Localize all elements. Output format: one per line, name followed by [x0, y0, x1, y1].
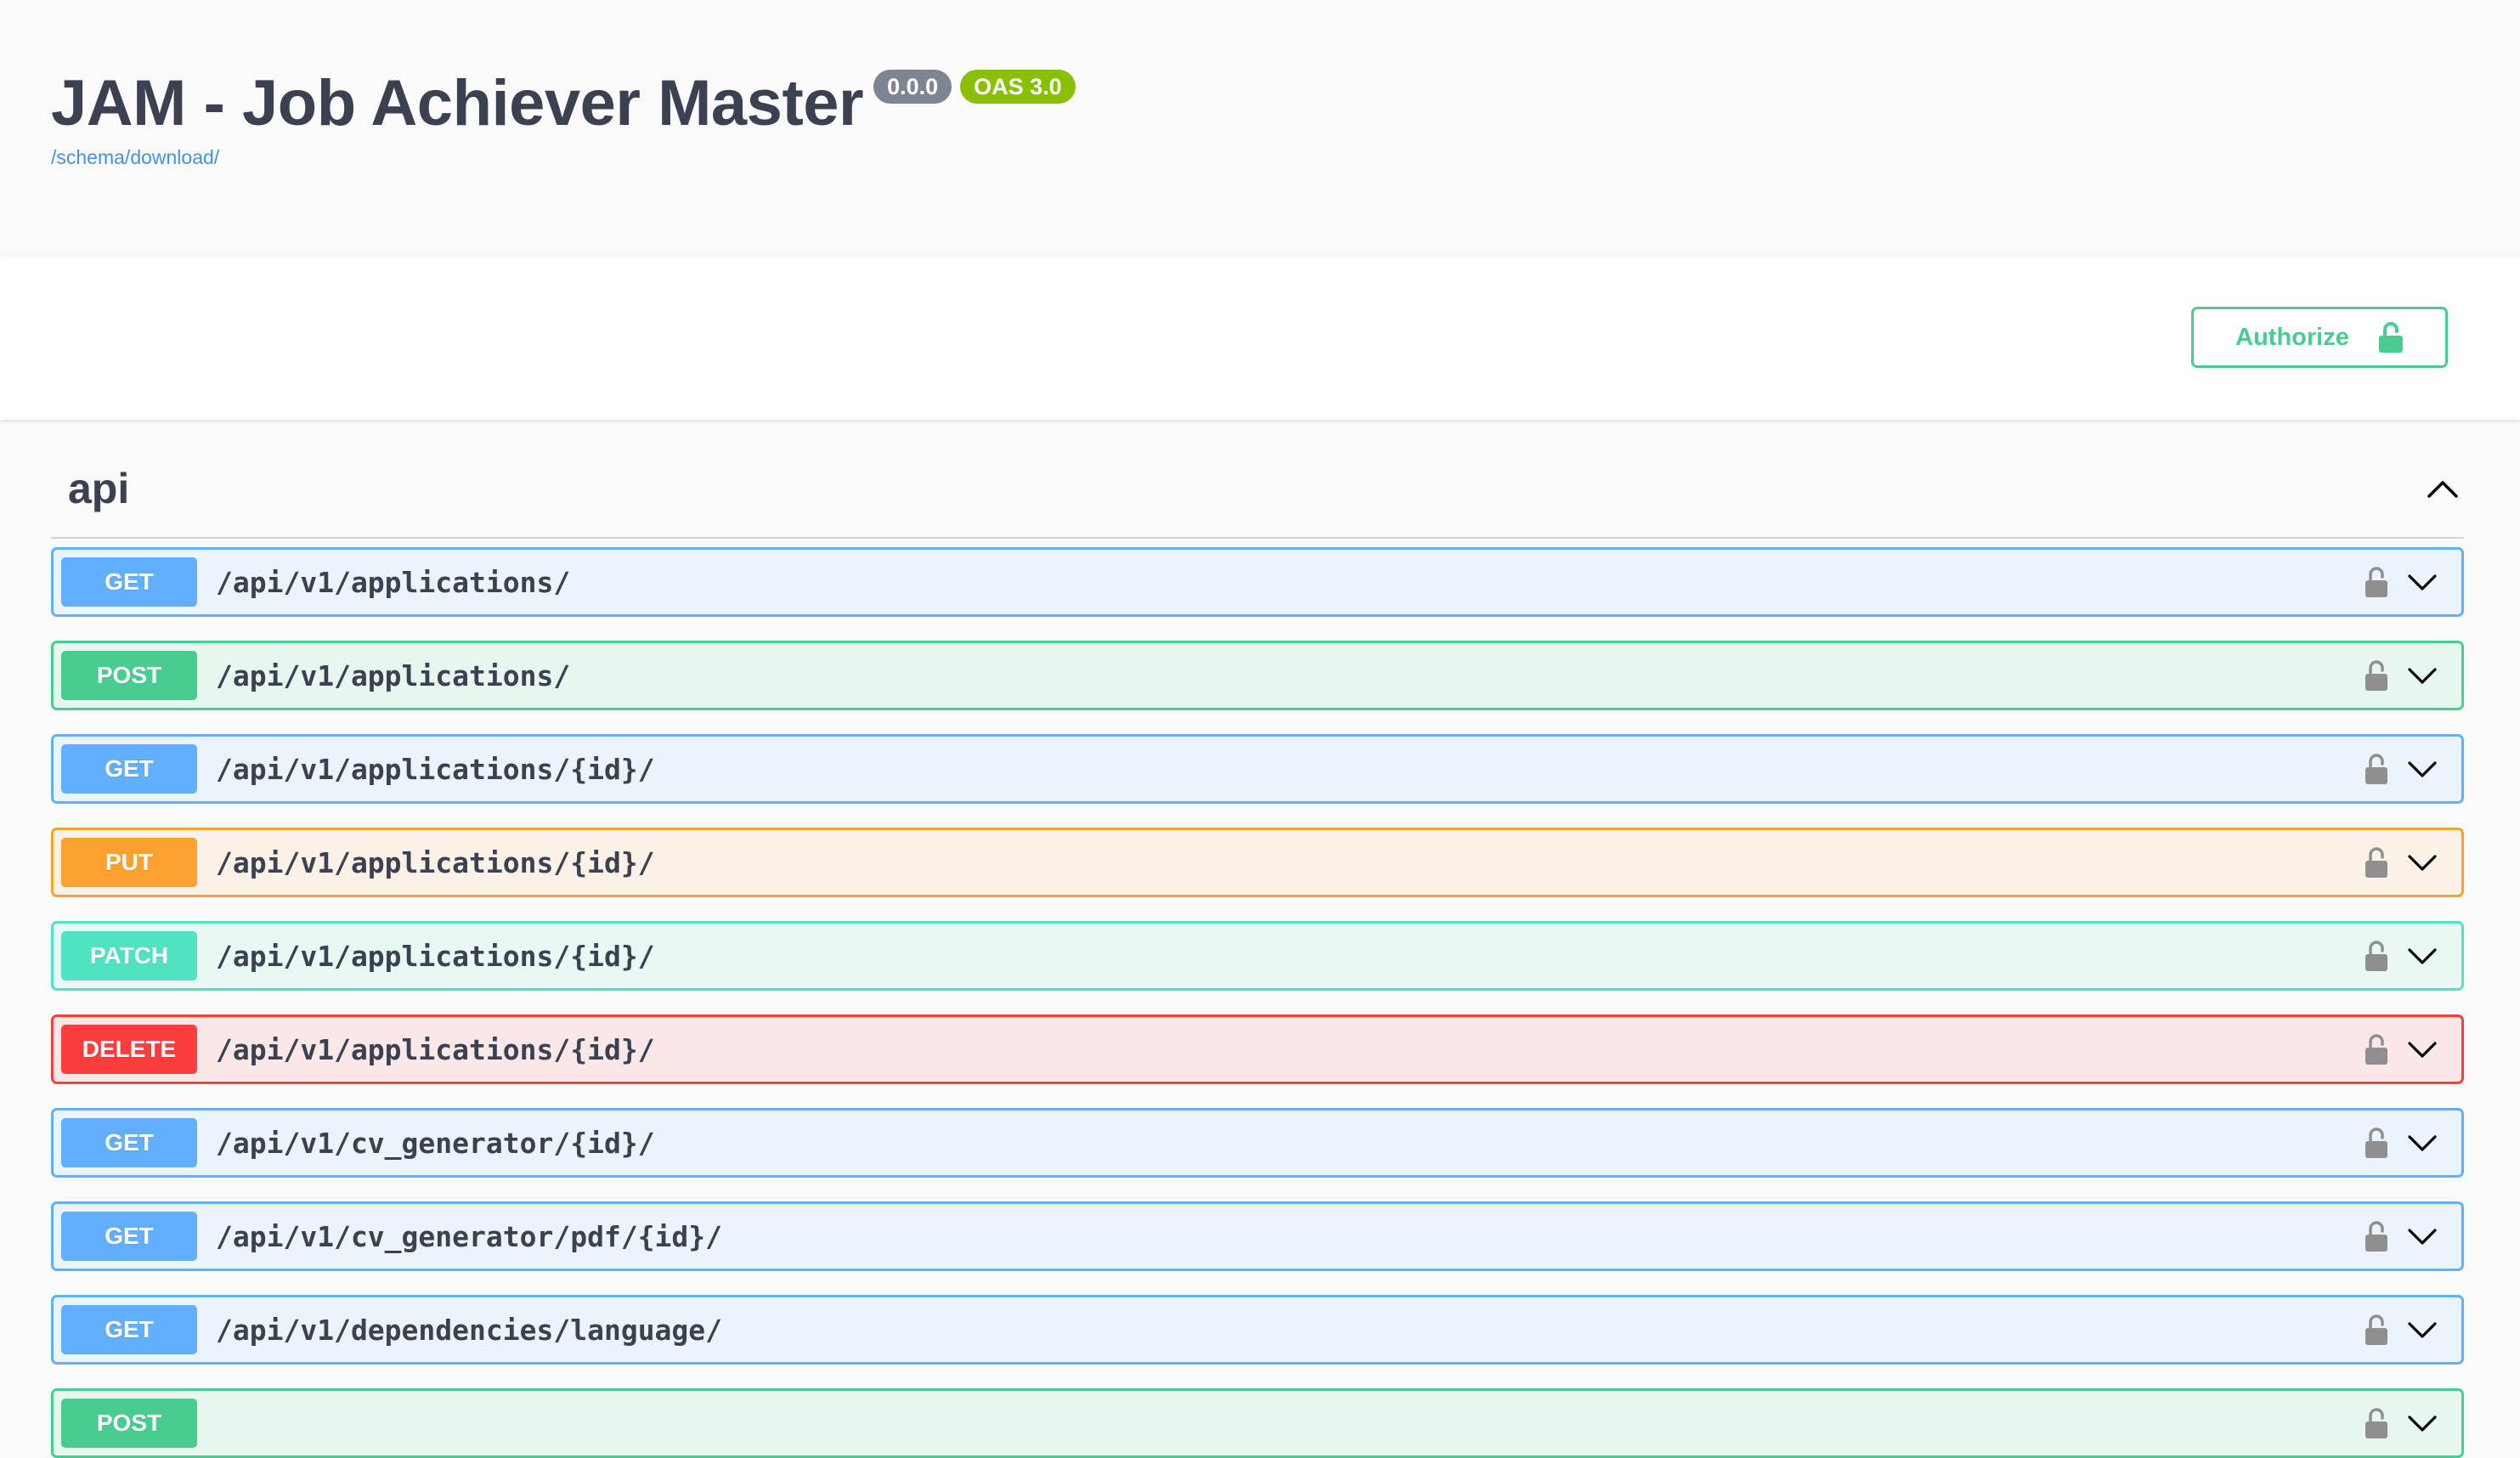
- unlocked-padlock-icon: [2378, 321, 2404, 353]
- operation-row-get[interactable]: GET/api/v1/applications/: [51, 547, 2464, 617]
- operation-row-delete[interactable]: DELETE/api/v1/applications/{id}/: [51, 1014, 2464, 1084]
- operation-row-patch[interactable]: PATCH/api/v1/applications/{id}/: [51, 921, 2464, 991]
- page-title: JAM - Job Achiever Master: [51, 67, 864, 139]
- method-badge: GET: [61, 1305, 197, 1354]
- chevron-up-icon[interactable]: [2421, 467, 2464, 510]
- chevron-down-icon[interactable]: [2405, 1313, 2439, 1347]
- chevron-down-icon[interactable]: [2405, 752, 2439, 786]
- title-row: JAM - Job Achiever Master 0.0.0 OAS 3.0: [51, 61, 1076, 146]
- lock-icon[interactable]: [2359, 1031, 2393, 1068]
- operation-path: /api/v1/applications/{id}/: [216, 1032, 655, 1066]
- lock-icon[interactable]: [2359, 1404, 2393, 1442]
- schema-download-link[interactable]: /schema/download/: [51, 146, 219, 169]
- lock-icon[interactable]: [2359, 563, 2393, 601]
- scheme-bar: Authorize: [0, 257, 2520, 420]
- chevron-down-icon[interactable]: [2405, 845, 2439, 879]
- chevron-down-icon[interactable]: [2405, 1032, 2439, 1066]
- tag-header[interactable]: api: [51, 420, 2464, 539]
- oas-version-badge: OAS 3.0: [960, 70, 1076, 104]
- method-badge: PATCH: [61, 931, 197, 980]
- operation-row-post[interactable]: POST/api/v1/applications/: [51, 641, 2464, 710]
- method-badge: GET: [61, 744, 197, 794]
- operation-path: /api/v1/applications/: [216, 658, 571, 692]
- authorize-label: Authorize: [2235, 323, 2349, 351]
- operation-row-get[interactable]: GET/api/v1/cv_generator/{id}/: [51, 1108, 2464, 1178]
- tag-name: api: [68, 465, 130, 512]
- operation-path: /api/v1/applications/: [216, 565, 571, 599]
- chevron-down-icon[interactable]: [2405, 1219, 2439, 1253]
- operation-path: /api/v1/applications/{id}/: [216, 752, 655, 786]
- info-section: JAM - Job Achiever Master 0.0.0 OAS 3.0 …: [0, 0, 2520, 257]
- chevron-down-icon[interactable]: [2405, 565, 2439, 599]
- version-badge: 0.0.0: [873, 70, 952, 104]
- lock-icon[interactable]: [2359, 657, 2393, 694]
- operation-row-get[interactable]: GET/api/v1/cv_generator/pdf/{id}/: [51, 1201, 2464, 1271]
- lock-icon[interactable]: [2359, 937, 2393, 975]
- operation-path: /api/v1/cv_generator/{id}/: [216, 1126, 655, 1160]
- lock-icon[interactable]: [2359, 1124, 2393, 1161]
- operation-path: /api/v1/dependencies/language/: [216, 1313, 723, 1347]
- chevron-down-icon[interactable]: [2405, 1406, 2439, 1440]
- method-badge: DELETE: [61, 1025, 197, 1074]
- lock-icon[interactable]: [2359, 844, 2393, 881]
- operation-row-post[interactable]: POST: [51, 1388, 2464, 1458]
- tag-section-api: api GET/api/v1/applications/POST/api/v1/…: [51, 420, 2464, 1458]
- lock-icon[interactable]: [2359, 1311, 2393, 1348]
- method-badge: GET: [61, 1212, 197, 1261]
- lock-icon[interactable]: [2359, 750, 2393, 788]
- operation-row-get[interactable]: GET/api/v1/dependencies/language/: [51, 1295, 2464, 1365]
- method-badge: POST: [61, 1399, 197, 1448]
- chevron-down-icon[interactable]: [2405, 1126, 2439, 1160]
- chevron-down-icon[interactable]: [2405, 939, 2439, 973]
- operation-path: /api/v1/applications/{id}/: [216, 939, 655, 973]
- operation-row-get[interactable]: GET/api/v1/applications/{id}/: [51, 734, 2464, 804]
- chevron-down-icon[interactable]: [2405, 658, 2439, 692]
- method-badge: GET: [61, 557, 197, 607]
- lock-icon[interactable]: [2359, 1218, 2393, 1255]
- operation-row-put[interactable]: PUT/api/v1/applications/{id}/: [51, 828, 2464, 897]
- method-badge: PUT: [61, 838, 197, 887]
- method-badge: POST: [61, 651, 197, 700]
- method-badge: GET: [61, 1118, 197, 1167]
- operation-path: /api/v1/applications/{id}/: [216, 845, 655, 879]
- operation-path: /api/v1/cv_generator/pdf/{id}/: [216, 1219, 723, 1253]
- authorize-button[interactable]: Authorize: [2191, 307, 2448, 368]
